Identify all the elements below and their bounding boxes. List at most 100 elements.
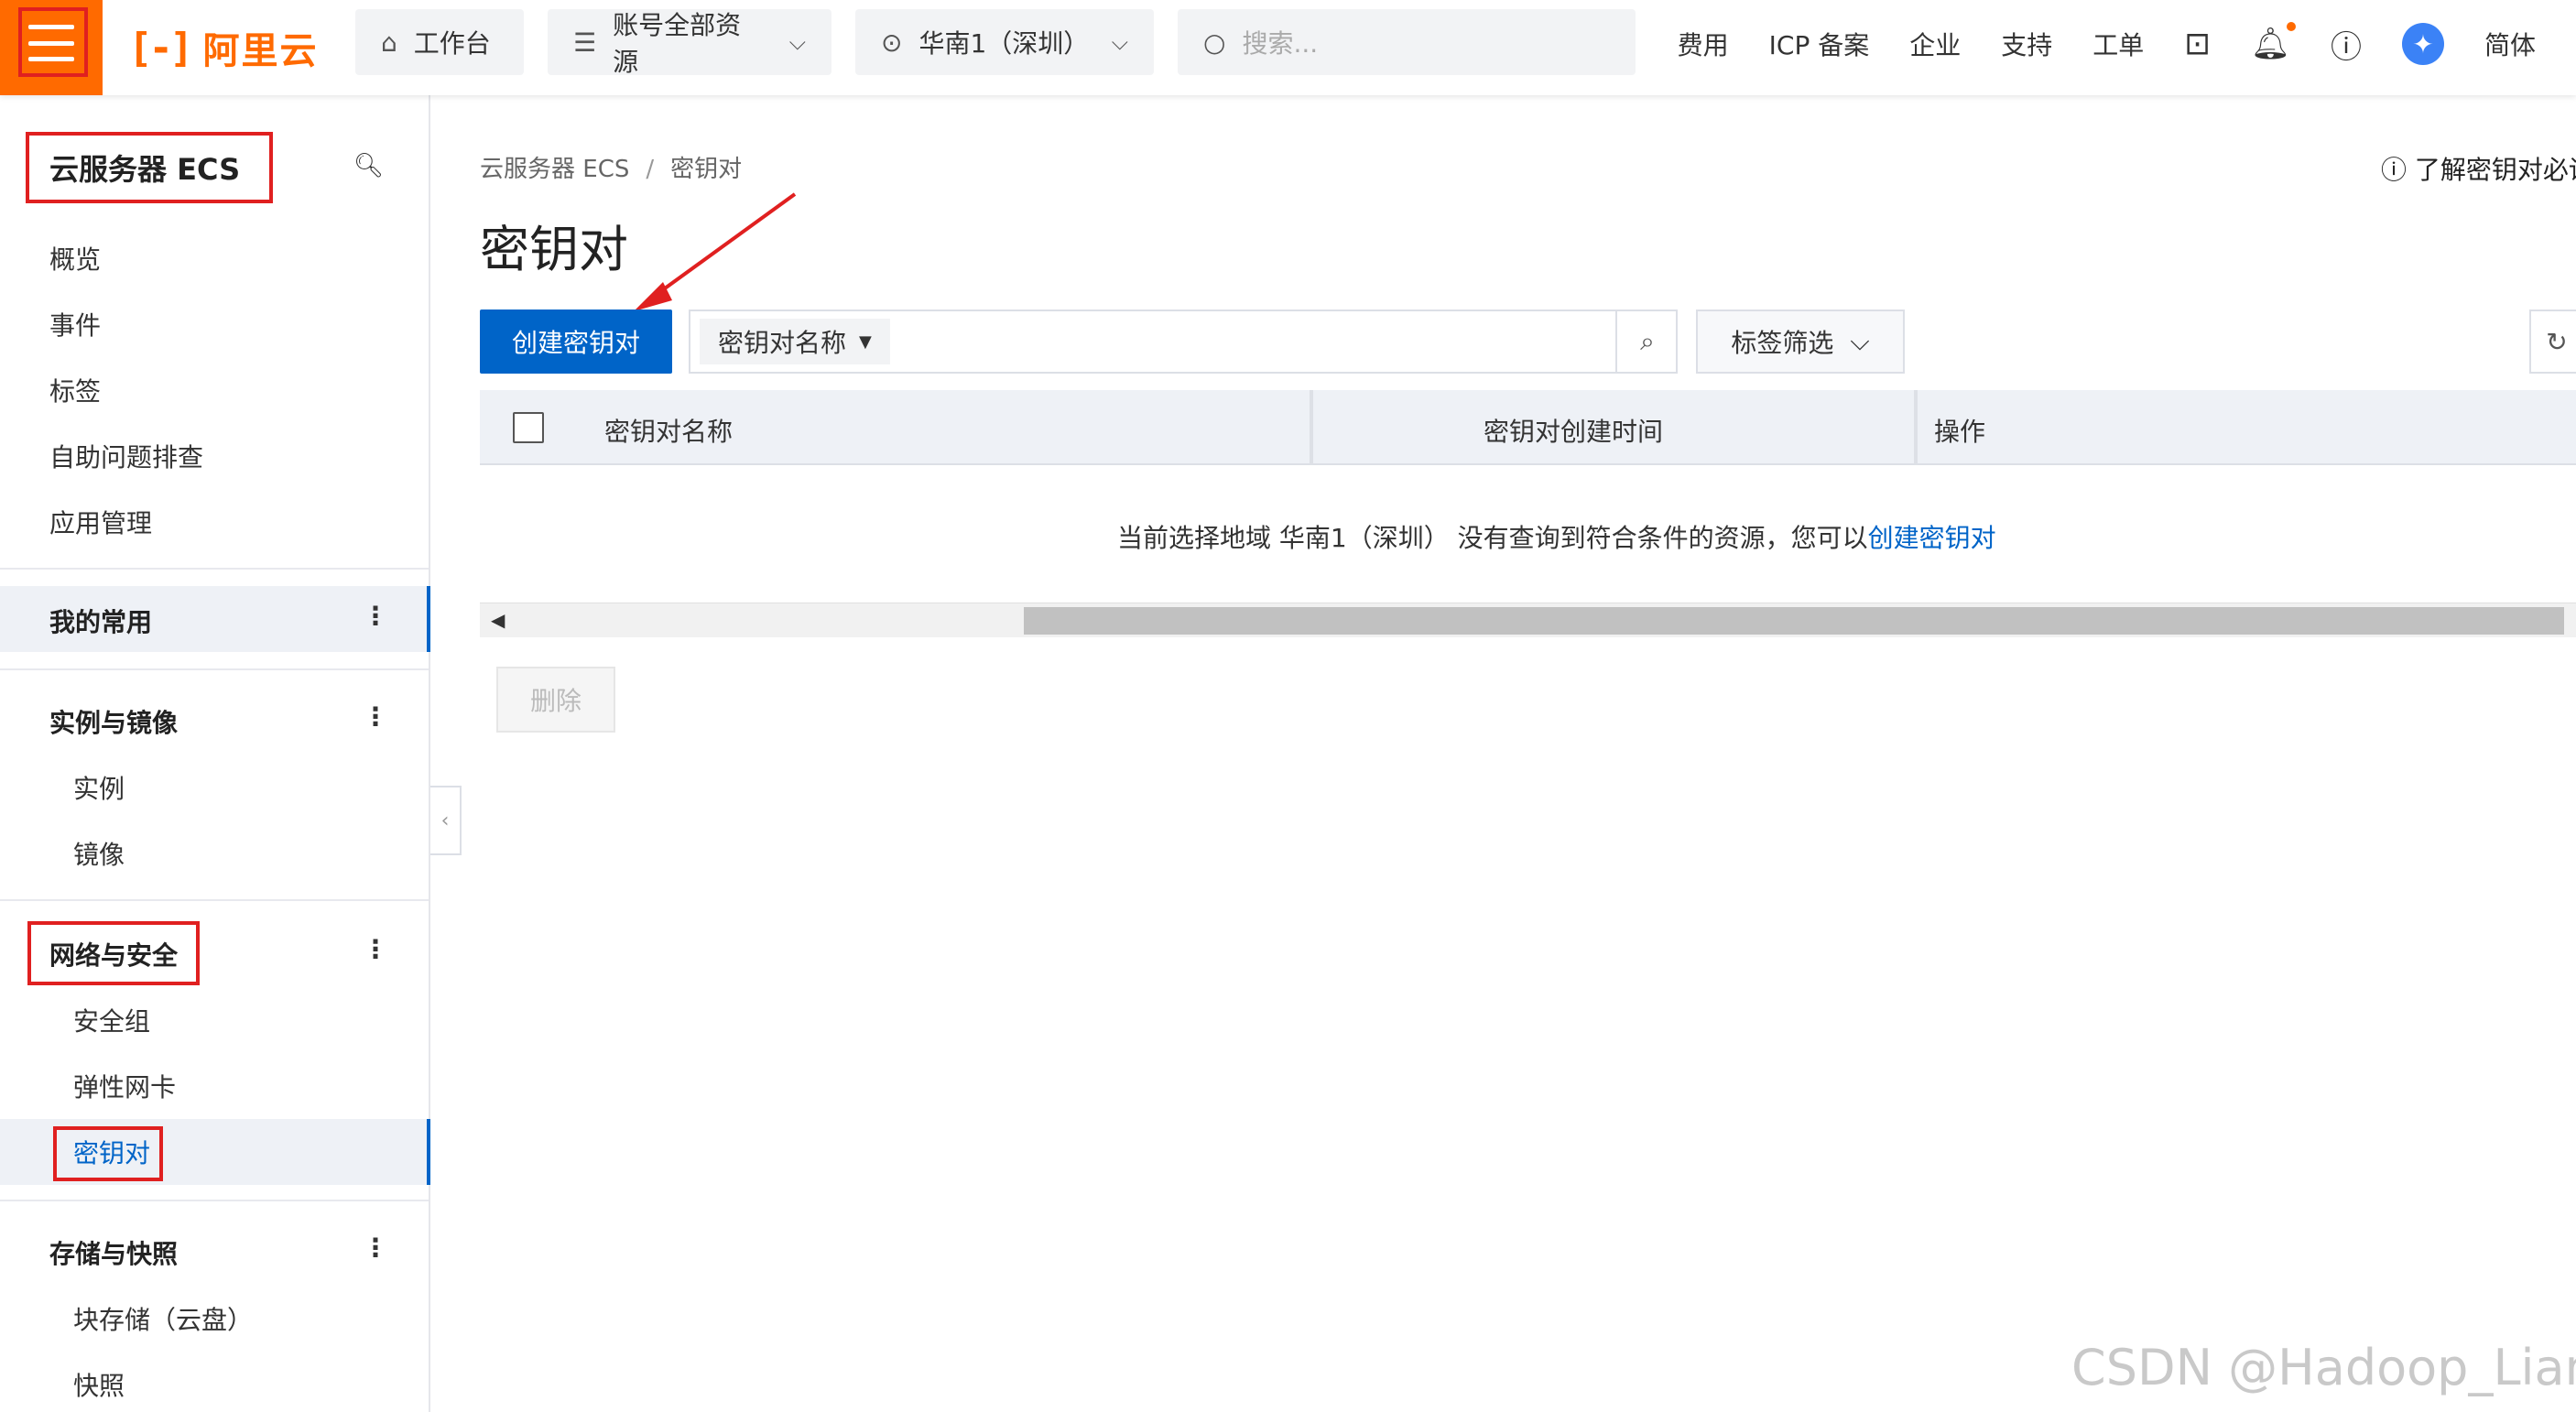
caret-down-icon: ▼	[859, 331, 872, 352]
more-vertical-icon[interactable]: ⋮	[363, 601, 388, 631]
resource-group-dropdown[interactable]: ☰ 账号全部资源 ⌵	[548, 9, 831, 77]
sidebar-item-snapshots[interactable]: 快照	[73, 1366, 125, 1403]
link-support[interactable]: 支持	[2001, 26, 2052, 62]
resource-stack-icon: ☰	[573, 27, 597, 58]
tag-filter-dropdown[interactable]: 标签筛选 ⌵	[1696, 310, 1905, 374]
question-circle-icon: ⓘ	[2381, 155, 2408, 185]
search-button[interactable]: ⌕	[1615, 311, 1678, 372]
sidebar-search-icon[interactable]: 🔍︎	[353, 152, 384, 179]
column-header-created[interactable]: 密钥对创建时间	[1484, 412, 1663, 449]
link-icp[interactable]: ICP 备案	[1769, 26, 1870, 62]
bell-icon[interactable]: 🔔︎	[2251, 22, 2296, 62]
chevron-left-icon: ‹	[440, 809, 450, 832]
sidebar-item-keypair[interactable]: 密钥对	[73, 1134, 150, 1170]
search-icon: ○	[1203, 27, 1226, 58]
sidebar-item-tags[interactable]: 标签	[49, 372, 101, 408]
sidebar-item-instances[interactable]: 实例	[73, 769, 125, 806]
sidebar-divider	[0, 899, 429, 901]
topbar-links: 费用 ICP 备案 企业 支持 工单 ⊡ 🔔︎ ⓘ ✦ 简体	[1678, 0, 2536, 88]
column-header-actions: 操作	[1934, 417, 1986, 447]
workbench-label: 工作台	[413, 28, 491, 59]
global-search-input[interactable]: ○ 搜索...	[1178, 9, 1636, 75]
empty-state-create-link[interactable]: 创建密钥对	[1868, 523, 1996, 553]
refresh-button[interactable]: ↻	[2529, 310, 2576, 374]
help-link-label: 了解密钥对必读	[2414, 155, 2576, 185]
scrollbar-thumb[interactable]	[1024, 607, 2564, 635]
link-billing[interactable]: 费用	[1678, 26, 1729, 62]
language-switch[interactable]: 简体	[2484, 26, 2536, 62]
sidebar-item-events[interactable]: 事件	[49, 306, 101, 342]
menu-highlight-box	[18, 7, 88, 77]
search-field-select[interactable]: 密钥对名称 ▼	[700, 319, 890, 364]
empty-state-message: 当前选择地域 华南1（深圳） 没有查询到符合条件的资源，您可以创建密钥对	[1117, 518, 1996, 555]
sidebar-title-highlight: 云服务器 ECS	[26, 132, 273, 203]
more-vertical-icon[interactable]: ⋮	[363, 934, 388, 964]
top-navbar: [-] 阿里云 ⌂ 工作台 ☰ 账号全部资源 ⌵ ⊙ 华南1（深圳） ⌵ ○ 搜…	[0, 0, 2576, 95]
resource-label: 账号全部资源	[613, 10, 742, 77]
watermark: CSDN @Hadoop_Liang	[2071, 1339, 2576, 1396]
sidebar-item-app-management[interactable]: 应用管理	[49, 504, 152, 540]
help-icon[interactable]: ⓘ	[2331, 22, 2362, 67]
sidebar-divider	[0, 1200, 429, 1201]
refresh-icon: ↻	[2546, 326, 2568, 357]
location-pin-icon: ⊙	[881, 27, 903, 58]
column-divider	[1914, 390, 1918, 465]
table-horizontal-scrollbar[interactable]: ◀	[480, 603, 2576, 637]
sidebar-divider	[0, 568, 429, 570]
scroll-left-arrow-icon[interactable]: ◀	[491, 609, 505, 631]
link-enterprise[interactable]: 企业	[1909, 26, 1961, 62]
sidebar-collapse-button[interactable]: ‹	[430, 786, 462, 855]
breadcrumb-ecs[interactable]: 云服务器 ECS	[480, 156, 629, 183]
sidebar-group-storage[interactable]: 存储与快照	[49, 1234, 178, 1271]
terminal-icon[interactable]: ⊡	[2184, 26, 2211, 62]
chevron-down-icon: ⌵	[1111, 29, 1128, 55]
sidebar-item-eni[interactable]: 弹性网卡	[73, 1068, 176, 1104]
help-link[interactable]: ⓘ 了解密钥对必读	[2381, 150, 2576, 187]
table-header: 密钥对名称 密钥对创建时间 操作	[480, 390, 2576, 465]
notification-dot	[2286, 22, 2296, 31]
sidebar-divider	[0, 668, 429, 670]
logo-text: 阿里云	[202, 30, 319, 72]
menu-button[interactable]	[0, 0, 103, 95]
active-accent-bar	[427, 1119, 430, 1185]
sidebar-item-block-storage[interactable]: 块存储（云盘）	[73, 1300, 253, 1337]
more-vertical-icon[interactable]: ⋮	[363, 701, 388, 732]
page-title: 密钥对	[480, 221, 628, 278]
tag-filter-label: 标签筛选	[1731, 328, 1834, 358]
region-label: 华南1（深圳）	[918, 28, 1090, 59]
sidebar-item-overview[interactable]: 概览	[49, 240, 101, 277]
sidebar-item-images[interactable]: 镜像	[73, 835, 125, 872]
breadcrumb-current: 密钥对	[670, 156, 743, 183]
column-divider	[1310, 390, 1313, 465]
breadcrumb: 云服务器 ECS / 密钥对	[480, 150, 742, 184]
delete-button[interactable]: 删除	[496, 667, 615, 733]
column-header-name[interactable]: 密钥对名称	[604, 412, 733, 449]
sidebar: 云服务器 ECS 🔍︎ 概览 事件 标签 自助问题排查 应用管理 我的常用 ⋮ …	[0, 95, 430, 1412]
aliyun-logo-icon: [-]	[128, 24, 194, 71]
sidebar-group-favorites[interactable]: 我的常用	[49, 603, 152, 639]
aliyun-logo[interactable]: [-] 阿里云	[128, 22, 318, 73]
chevron-down-icon: ⌵	[1850, 326, 1870, 356]
sidebar-item-security-group[interactable]: 安全组	[73, 1002, 150, 1038]
link-ticket[interactable]: 工单	[2092, 26, 2144, 62]
search-field-label: 密钥对名称	[718, 328, 847, 358]
empty-state-text: 当前选择地域 华南1（深圳） 没有查询到符合条件的资源，您可以	[1117, 523, 1868, 553]
region-dropdown[interactable]: ⊙ 华南1（深圳） ⌵	[855, 9, 1154, 75]
annotation-arrow	[634, 192, 797, 311]
sidebar-title: 云服务器 ECS	[49, 152, 241, 187]
home-icon: ⌂	[381, 27, 397, 58]
chevron-down-icon: ⌵	[788, 29, 806, 55]
search-placeholder: 搜索...	[1242, 28, 1319, 59]
active-accent-bar	[427, 586, 430, 652]
create-keypair-button[interactable]: 创建密钥对	[480, 310, 672, 374]
avatar[interactable]: ✦	[2401, 23, 2444, 65]
workbench-button[interactable]: ⌂ 工作台	[355, 9, 524, 75]
sidebar-group-instances[interactable]: 实例与镜像	[49, 703, 178, 740]
sidebar-item-troubleshoot[interactable]: 自助问题排查	[49, 438, 203, 474]
more-vertical-icon[interactable]: ⋮	[363, 1233, 388, 1263]
page: [-] 阿里云 ⌂ 工作台 ☰ 账号全部资源 ⌵ ⊙ 华南1（深圳） ⌵ ○ 搜…	[0, 0, 2576, 1412]
sidebar-group-network[interactable]: 网络与安全	[49, 936, 178, 972]
search-icon: ⌕	[1640, 326, 1655, 356]
select-all-checkbox[interactable]	[513, 412, 544, 443]
keypair-search-bar: 密钥对名称 ▼ ⌕	[689, 310, 1678, 374]
